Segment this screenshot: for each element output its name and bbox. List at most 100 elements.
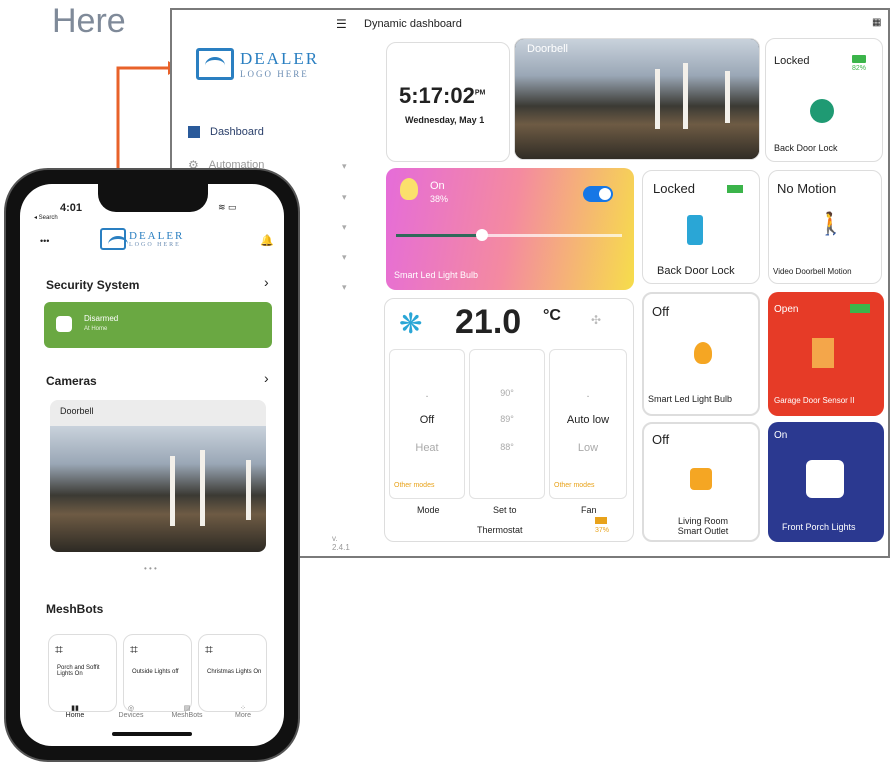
outlet-icon [690, 468, 712, 490]
outlet-status: Off [652, 432, 670, 447]
dashboard-icon [188, 126, 200, 138]
outlet-card[interactable]: Off Living Room Smart Outlet [642, 422, 760, 542]
door-icon [812, 338, 834, 368]
bulb-icon [400, 178, 418, 200]
here-caption: Here [52, 2, 126, 40]
more-dots-icon[interactable]: ••• [40, 236, 49, 246]
bulb-icon [694, 342, 712, 364]
chip-icon: ⌗ [55, 641, 63, 657]
porch-status: On [774, 430, 788, 441]
motion-status: No Motion [777, 181, 837, 196]
page-title: Dynamic dashboard [364, 18, 462, 30]
cameras-title: Cameras [46, 374, 97, 388]
security-sub: At Home [84, 326, 108, 332]
setpoint-label: Set to [493, 505, 517, 515]
chevron-down-icon[interactable]: ▾ [342, 282, 347, 293]
bulb-level: 38% [430, 194, 449, 204]
logo-text: DEALER [240, 49, 320, 68]
device-name: Living Room Smart Outlet [677, 516, 729, 536]
lock-status: Locked [774, 55, 810, 67]
tab-devices[interactable]: ◎ Devices [106, 704, 156, 719]
battery-icon [850, 304, 870, 313]
chip-icon: ⌗ [130, 641, 138, 657]
smart-bulb-card[interactable]: On 38% Smart Led Light Bulb [386, 168, 634, 290]
heat-cool-icon: ❋ [399, 308, 423, 339]
lock-icon [810, 99, 834, 123]
device-name: Smart Led Light Bulb [648, 394, 733, 404]
fan-column[interactable]: . Auto low Low Other modes [549, 349, 627, 499]
clock-date: Wednesday, May 1 [405, 115, 485, 125]
motion-card[interactable]: No Motion 🚶 Video Doorbell Motion [768, 170, 882, 284]
meshbots-title: MeshBots [46, 602, 104, 616]
camera-label: Doorbell [527, 43, 568, 55]
sidebar-item-dashboard[interactable]: Dashboard [188, 126, 264, 138]
thermostat-card[interactable]: ❋ 21.0 °C ✣ . Off Heat Other modes 90° 8… [384, 298, 634, 542]
meshbot-item[interactable]: ⌗ Porch and Soffit Lights On [48, 634, 117, 712]
clock-card: 5:17:02PM Wednesday, May 1 [386, 42, 510, 162]
chevron-down-icon[interactable]: ▾ [342, 252, 347, 263]
chevron-right-icon[interactable]: › [264, 274, 269, 290]
device-name: Thermostat [477, 525, 523, 535]
back-door-lock-card-2[interactable]: Locked Back Door Lock [642, 170, 760, 284]
chevron-down-icon[interactable]: ▾ [342, 161, 347, 172]
porch-lights-card[interactable]: On Front Porch Lights [768, 422, 884, 542]
title-bar: ☰ Dynamic dashboard ▦ [172, 10, 888, 38]
security-title: Security System [46, 278, 140, 292]
security-status: Disarmed [84, 314, 119, 323]
walking-person-icon: 🚶 [817, 211, 845, 236]
fan-label: Fan [581, 505, 597, 515]
hamburger-icon[interactable]: ☰ [336, 17, 347, 31]
phone-frame: 4:01 ◂ Search ≋ ▭ ••• DEALER LOGO HERE 🔔… [4, 168, 300, 762]
doorbell-camera-card[interactable]: Doorbell [514, 38, 760, 160]
back-door-lock-card[interactable]: Locked 82% Back Door Lock [765, 38, 883, 162]
notch [98, 184, 208, 212]
brightness-slider[interactable] [396, 229, 622, 241]
meshbot-item[interactable]: ⌗ Christmas Lights On [198, 634, 267, 712]
version-label: v. 2.4.1 [332, 534, 350, 552]
mode-label: Mode [417, 505, 440, 515]
garage-status: Open [774, 304, 799, 315]
tab-meshbots[interactable]: ▤ MeshBots [162, 704, 212, 719]
mode-column[interactable]: . Off Heat Other modes [389, 349, 465, 499]
smart-bulb-off-card[interactable]: Off Smart Led Light Bulb [642, 292, 760, 416]
security-status-card[interactable]: Disarmed At Home [44, 302, 272, 348]
tab-home[interactable]: ▮▮ Home [50, 704, 100, 719]
battery-icon [852, 55, 866, 63]
battery-level: 37% [595, 527, 610, 534]
device-name: Front Porch Lights [782, 522, 856, 532]
outlet-icon [806, 460, 844, 498]
grid-icon[interactable]: ▦ [872, 17, 881, 28]
door-lock-icon [687, 215, 703, 245]
device-name: Garage Door Sensor II [774, 396, 855, 405]
back-link[interactable]: ◂ Search [34, 214, 58, 221]
dealer-logo: DEALER LOGO HERE [196, 48, 319, 80]
pagination-dots[interactable]: • • • [144, 564, 157, 573]
device-name: Video Doorbell Motion [773, 267, 852, 276]
battery-icon [595, 517, 607, 524]
camera-card[interactable]: Doorbell [50, 400, 266, 552]
chevron-down-icon[interactable]: ▾ [342, 192, 347, 203]
setpoint-column[interactable]: 90° 89° 88° [469, 349, 545, 499]
camera-feed [515, 39, 759, 159]
sidebar-item-label: Dashboard [210, 126, 264, 138]
battery-icon [727, 185, 743, 193]
tab-more[interactable]: ⁘ More [218, 704, 268, 719]
power-toggle[interactable] [583, 186, 613, 202]
device-name: Back Door Lock [774, 143, 838, 153]
chip-icon: ⌗ [205, 641, 213, 657]
clock-time: 5:17:02PM [399, 83, 486, 108]
chevron-down-icon[interactable]: ▾ [342, 222, 347, 233]
logo-subtext: LOGO HERE [240, 69, 309, 79]
home-indicator [112, 732, 192, 736]
garage-door-card[interactable]: Open Garage Door Sensor II [768, 292, 884, 416]
phone-screen: 4:01 ◂ Search ≋ ▭ ••• DEALER LOGO HERE 🔔… [20, 184, 284, 746]
temperature-value: 21.0 [455, 303, 522, 341]
meshbot-item[interactable]: ⌗ Outside Lights off [123, 634, 192, 712]
camera-feed [50, 426, 266, 552]
fan-icon: ✣ [591, 313, 602, 327]
bell-icon[interactable]: 🔔 [260, 234, 274, 247]
shield-icon [56, 316, 72, 332]
chevron-right-icon[interactable]: › [264, 370, 269, 386]
camera-label: Doorbell [60, 406, 94, 416]
house-icon [100, 228, 128, 250]
